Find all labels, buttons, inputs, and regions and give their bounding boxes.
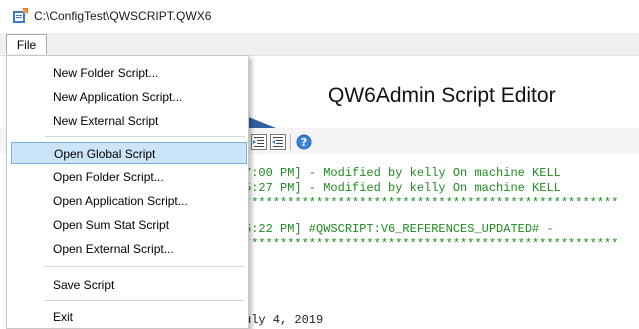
menu-item-open-external-script[interactable]: Open External Script... [7,238,248,260]
menu-separator [45,136,245,137]
menu-item-exit[interactable]: Exit [7,306,248,328]
decorative-wedge [246,116,276,128]
menu-item-open-sum-stat-script[interactable]: Open Sum Stat Script [7,214,248,236]
indent-icon[interactable] [251,134,267,150]
window-title: C:\ConfigTest\QWSCRIPT.QWX6 [34,9,212,23]
menu-item-save-script[interactable]: Save Script [7,274,248,296]
svg-text:?: ? [301,136,307,149]
menu-item-new-folder-script[interactable]: New Folder Script... [7,62,248,84]
menu-item-new-external-script[interactable]: New External Script [7,110,248,132]
qw6-app-icon [13,8,28,23]
menu-item-open-folder-script[interactable]: Open Folder Script... [7,166,248,188]
menu-file[interactable]: File [6,34,47,54]
menu-bar: File [0,33,639,56]
editor-title: QW6Admin Script Editor [328,84,556,107]
code-line: ****************************************… [244,237,619,251]
code-line: uly 4, 2019 [244,313,324,327]
code-line: 5:27 PM] - Modified by kelly On machine … [244,181,561,195]
menu-item-open-global-script[interactable]: Open Global Script [11,142,247,164]
outdent-icon[interactable] [270,134,286,150]
help-icon[interactable]: ? [296,134,312,150]
menu-item-open-application-script[interactable]: Open Application Script... [7,190,248,212]
file-menu-dropdown: New Folder Script... New Application Scr… [6,55,249,329]
menu-item-new-application-script[interactable]: New Application Script... [7,86,248,108]
code-line: 5:22 PM] #QWSCRIPT:V6_REFERENCES_UPDATED… [244,222,554,236]
menu-separator [45,300,245,301]
menu-separator [45,266,245,267]
code-line: 7:00 PM] - Modified by kelly On machine … [244,166,561,180]
toolbar-separator [290,134,291,150]
title-bar: C:\ConfigTest\QWSCRIPT.QWX6 [0,0,639,32]
code-line: ****************************************… [244,196,619,210]
